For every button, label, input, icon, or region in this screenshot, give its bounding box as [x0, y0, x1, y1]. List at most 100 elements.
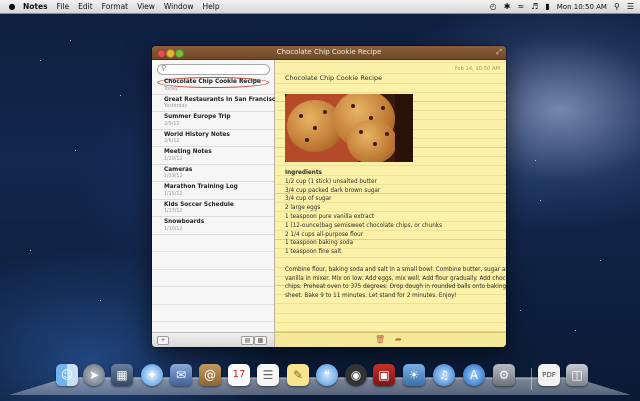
note-editor[interactable]: Feb 14, 10:50 AM Chocolate Chip Cookie R…: [275, 60, 506, 347]
time-machine-icon[interactable]: ◴: [490, 2, 497, 11]
note-line: 1/2 cup (1 stick) unsalted butter: [285, 178, 377, 185]
contacts-icon[interactable]: @: [199, 364, 221, 386]
notes-list: Chocolate Chip Cookie Recipe Today Great…: [152, 77, 279, 340]
launchpad-icon[interactable]: ➤: [83, 364, 105, 386]
note-body[interactable]: Ingredients 1/2 cup (1 stick) unsalted b…: [285, 169, 506, 301]
facetime-icon[interactable]: ◉: [345, 364, 367, 386]
note-item-date: 2/6/12: [164, 139, 180, 144]
note-item-title: Marathon Training Log: [164, 184, 238, 190]
notification-center-icon[interactable]: ☰: [627, 2, 634, 11]
menu-format[interactable]: Format: [102, 2, 128, 11]
menu-help[interactable]: Help: [203, 2, 220, 11]
sidebar-toolbar: + ▤ ▩: [152, 332, 274, 347]
iphoto-icon[interactable]: ☀: [403, 364, 425, 386]
dock-separator: [531, 368, 532, 390]
messages-icon[interactable]: ❝: [316, 364, 338, 386]
spotlight-search-icon[interactable]: ⚲: [614, 2, 620, 11]
note-item-date: 1/10/12: [164, 226, 183, 232]
note-date: Feb 14, 10:50 AM: [454, 66, 500, 72]
system-preferences-icon[interactable]: ⚙: [493, 364, 515, 386]
note-line: [285, 257, 500, 266]
note-line: 2 large eggs: [285, 205, 321, 212]
note-item-title: Cameras: [164, 166, 193, 173]
fullscreen-icon[interactable]: ⤢: [496, 48, 502, 57]
note-item-title: Meeting Notes: [164, 149, 212, 155]
note-item-title: Snowboards: [164, 219, 205, 225]
share-icon[interactable]: ➦: [395, 335, 402, 344]
search-icon: ⚲: [161, 64, 167, 72]
note-item-snowboards[interactable]: Snowboards 1/10/12: [152, 217, 274, 235]
pdf-document-icon[interactable]: PDF: [538, 364, 560, 386]
note-line: Ingredients: [285, 170, 322, 176]
note-item-chocolate-chip-cookie-recipe[interactable]: Chocolate Chip Cookie Recipe Today: [152, 77, 274, 95]
note-line: chips. Preheat oven to 375 degrees. Drop…: [285, 284, 506, 291]
note-line: 1 teaspoon fine salt: [285, 249, 342, 256]
note-item-title: Kids Soccer Schedule: [164, 201, 234, 208]
menu-app-name[interactable]: Notes: [23, 2, 48, 11]
note-item-date: Yesterday: [164, 104, 188, 109]
note-heading: Chocolate Chip Cookie Recipe: [285, 74, 383, 82]
mission-control-icon[interactable]: ▦: [111, 364, 133, 386]
window-titlebar[interactable]: Chocolate Chip Cookie Recipe ⤢: [152, 46, 506, 60]
empty-rows: [152, 235, 274, 348]
notes-icon[interactable]: ✎: [287, 364, 309, 386]
note-item-date: 1/15/12: [164, 191, 183, 197]
app-store-icon[interactable]: A: [463, 364, 485, 386]
status-menus: ◴ ✱ ≈ ♬ ▮ Mon 10:50 AM ⚲ ☰: [490, 0, 634, 13]
battery-icon[interactable]: ▮: [545, 2, 549, 11]
note-item-world-history-notes[interactable]: World History Notes 2/6/12: [152, 130, 274, 147]
note-line: 3/4 cup packed dark brown sugar: [285, 187, 381, 194]
note-item-meeting-notes[interactable]: Meeting Notes 1/20/12: [152, 147, 274, 165]
calendar-icon[interactable]: 17: [228, 364, 250, 386]
wifi-icon[interactable]: ≈: [517, 2, 524, 11]
cookie-photo: [285, 94, 413, 162]
itunes-icon[interactable]: ♫: [433, 364, 455, 386]
finder-icon[interactable]: ☺: [56, 364, 78, 386]
note-item-title: World History Notes: [164, 131, 230, 138]
note-item-marathon-training-log[interactable]: Marathon Training Log 1/15/12: [152, 182, 274, 200]
note-line: 1 (12-ounce)bag semisweet chocolate chip…: [285, 222, 443, 229]
note-item-title: Chocolate Chip Cookie Recipe: [164, 79, 261, 85]
trash-icon[interactable]: 🗑: [375, 335, 385, 344]
note-item-date: 2/9/12: [164, 121, 180, 127]
bluetooth-icon[interactable]: ✱: [504, 2, 511, 11]
search-field[interactable]: ⚲: [157, 64, 270, 75]
note-item-date: 1/13/12: [164, 209, 183, 214]
note-item-kids-soccer-schedule[interactable]: Kids Soccer Schedule 1/13/12: [152, 200, 274, 217]
search-input[interactable]: [169, 65, 264, 74]
notes-window: Chocolate Chip Cookie Recipe ⤢ ⚲ Chocola…: [152, 46, 506, 347]
menu-bar: ● Notes File Edit Format View Window Hel…: [0, 0, 640, 14]
view-toggle-panel-icon[interactable]: ▩: [254, 336, 267, 345]
note-item-summer-europe-trip[interactable]: Summer Europe Trip 2/9/12: [152, 112, 274, 130]
note-toolbar: 🗑 ➦: [275, 332, 506, 347]
trash-icon[interactable]: ◫: [566, 364, 588, 386]
note-item-title: Summer Europe Trip: [164, 114, 231, 120]
menubar-clock[interactable]: Mon 10:50 AM: [557, 3, 607, 11]
note-line: 2 1/4 cups all-purpose flour: [285, 231, 364, 238]
reminders-icon[interactable]: ☰: [257, 364, 279, 386]
menu-window[interactable]: Window: [164, 2, 194, 11]
window-title: Chocolate Chip Cookie Recipe: [276, 48, 382, 56]
mail-icon[interactable]: ✉: [170, 364, 192, 386]
note-line: sheet. Bake 9 to 11 minutes. Let stand f…: [285, 293, 457, 300]
note-item-date: 1/19/12: [164, 174, 183, 179]
note-line: 1 teaspoon baking soda: [285, 240, 354, 247]
new-note-button[interactable]: +: [157, 336, 169, 345]
view-toggle-list-icon[interactable]: ▤: [241, 336, 254, 345]
note-item-date: 1/20/12: [164, 156, 183, 162]
note-item-date: Today: [164, 86, 178, 92]
note-line: 3/4 cup of sugar: [285, 196, 332, 203]
note-item-cameras[interactable]: Cameras 1/19/12: [152, 165, 274, 182]
notes-sidebar: ⚲ Chocolate Chip Cookie Recipe Today Gre…: [152, 60, 279, 347]
menu-edit[interactable]: Edit: [78, 2, 93, 11]
menu-file[interactable]: File: [57, 2, 70, 11]
menu-view[interactable]: View: [137, 2, 155, 11]
note-line: vanilla in mixer. Mix on low. Add eggs, …: [285, 275, 506, 282]
note-item-great-restaurants[interactable]: Great Restaurants In San Francisco Yeste…: [152, 95, 279, 112]
photo-booth-icon[interactable]: ▣: [373, 364, 395, 386]
note-line: Combine flour, baking soda and salt in a…: [285, 266, 506, 273]
safari-icon[interactable]: ✦: [141, 364, 163, 386]
volume-icon[interactable]: ♬: [531, 2, 538, 11]
note-line: 1 teaspoon pure vanilla extract: [285, 213, 374, 220]
apple-menu-icon[interactable]: ●: [6, 2, 18, 11]
